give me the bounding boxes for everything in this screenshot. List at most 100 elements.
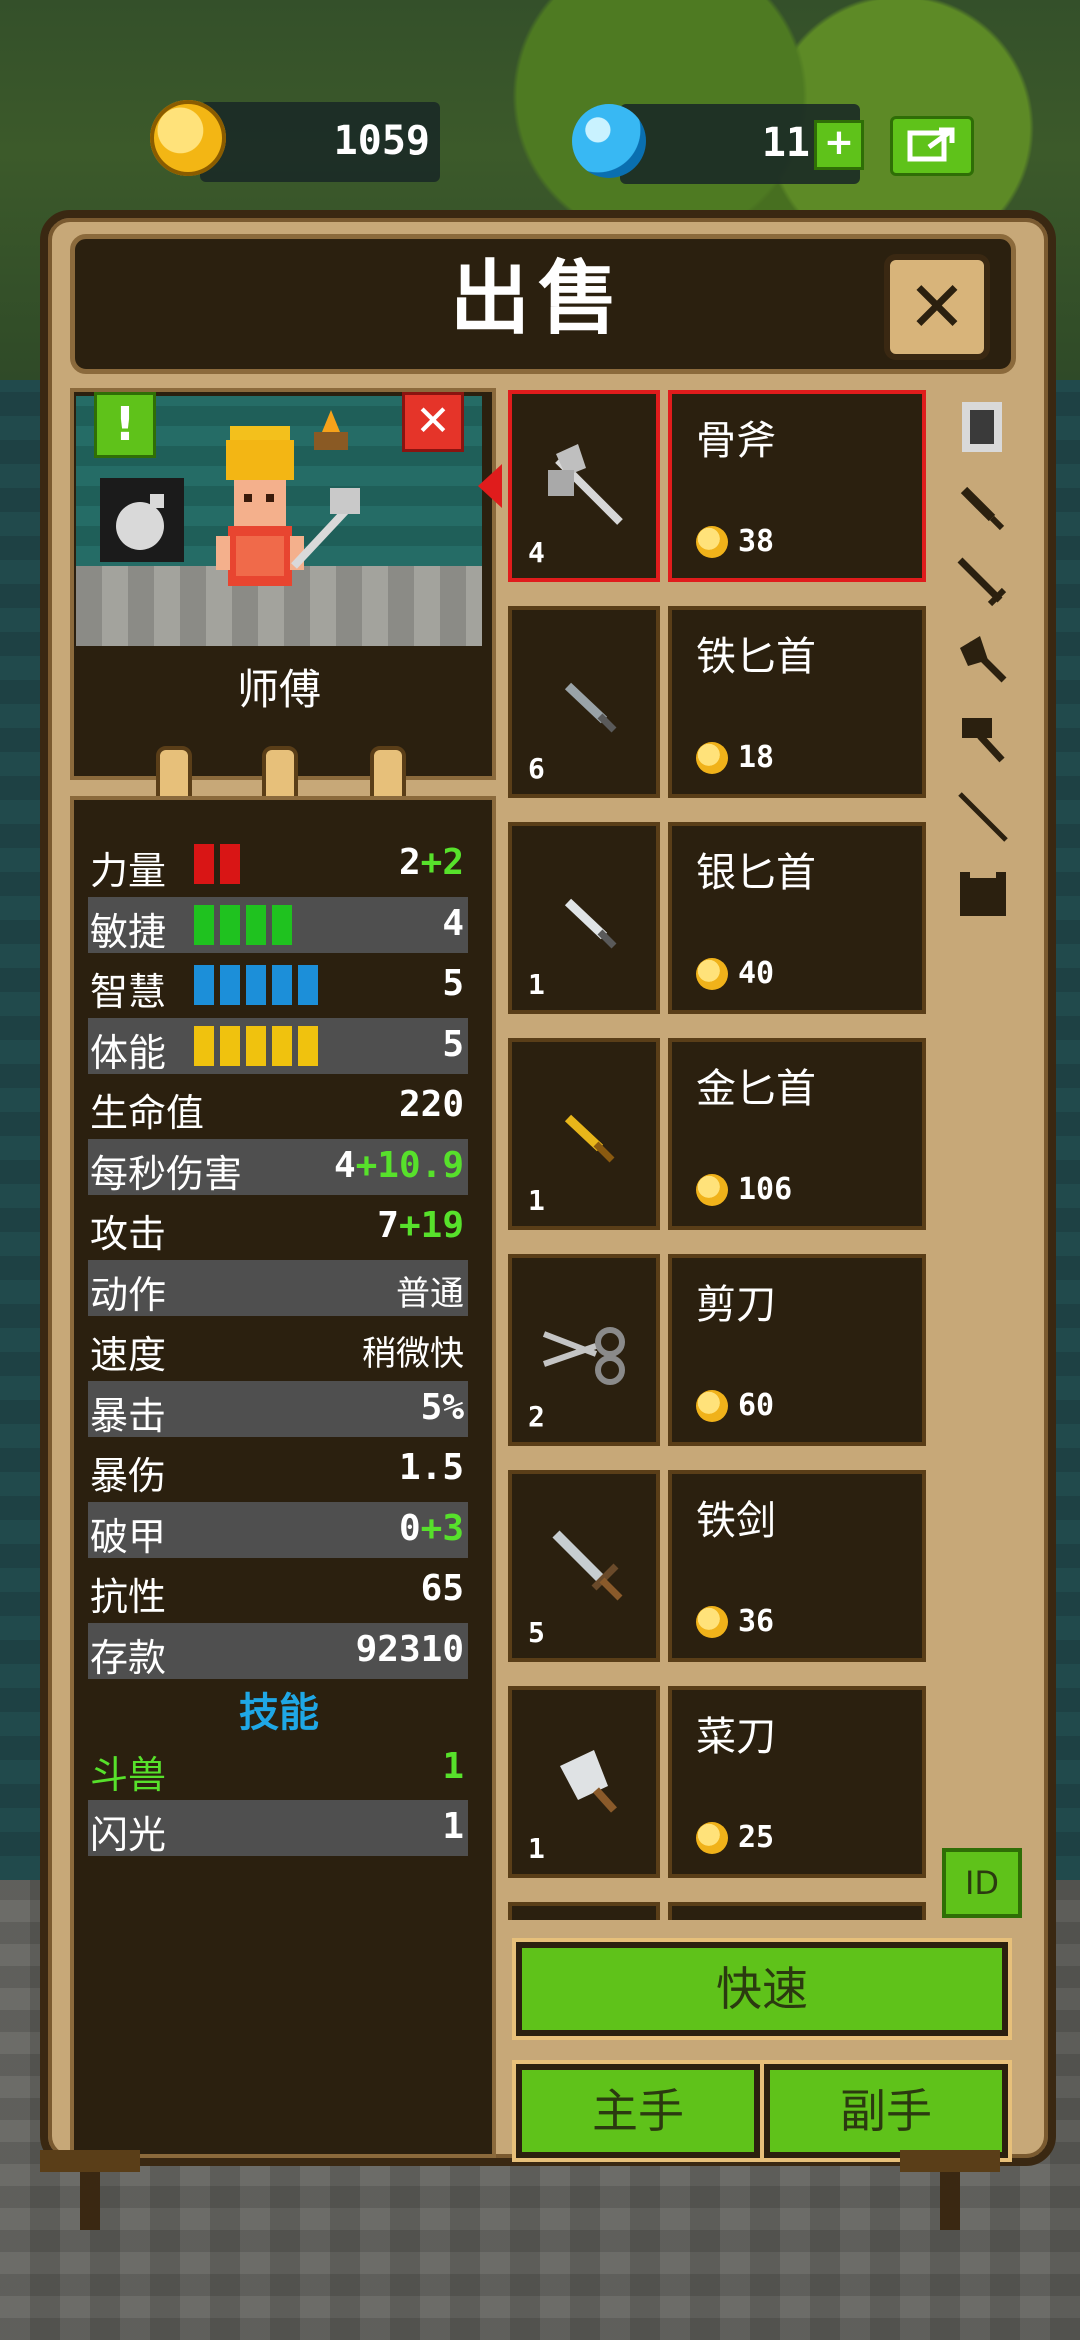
close-button[interactable]: ✕ xyxy=(884,254,990,360)
item-count: 6 xyxy=(528,752,545,785)
item-name: 剪刀 xyxy=(696,1282,776,1328)
stat-bar-cell xyxy=(194,904,214,945)
stat-label: 暴击 xyxy=(90,1393,167,1438)
item-icon-box: 1 xyxy=(508,1686,660,1878)
item-row[interactable]: 4 骨斧 38 xyxy=(508,390,926,586)
stat-bar-cell xyxy=(220,904,240,945)
stat-value: 普通 xyxy=(396,1266,464,1315)
stat-bar-cell xyxy=(246,1025,266,1066)
stat-label: 体能 xyxy=(90,1030,167,1075)
all-icon xyxy=(962,402,1002,452)
stat-bar-cell xyxy=(246,965,266,1005)
stat-label: 存款 xyxy=(90,1635,167,1680)
item-row[interactable]: 1 银匕首 40 xyxy=(508,822,926,1018)
category-hammer[interactable] xyxy=(952,708,1014,770)
category-spear[interactable] xyxy=(952,786,1014,848)
iron-sword-icon xyxy=(552,1530,623,1601)
bomb-icon xyxy=(100,478,184,562)
item-price: 38 xyxy=(738,524,775,559)
price-coin-icon xyxy=(696,1174,728,1206)
stat-label: 速度 xyxy=(90,1333,167,1377)
dismiss-hero-button[interactable]: ✕ xyxy=(402,392,464,452)
stat-label: 攻击 xyxy=(90,1212,167,1256)
item-info: 菜刀 25 xyxy=(668,1686,926,1878)
stat-label: 力量 xyxy=(90,849,167,893)
stat-base: 4 xyxy=(442,902,464,944)
stat-bar-cell xyxy=(272,904,292,945)
alert-badge[interactable]: ! xyxy=(94,392,156,458)
scissors-icon xyxy=(542,1327,625,1385)
stand-right xyxy=(900,2150,1000,2230)
stat-value: 220 xyxy=(399,1084,464,1125)
silver-dagger-icon xyxy=(564,898,617,949)
stat-bar-cell xyxy=(220,844,240,884)
stat-row: 存款 92310 xyxy=(88,1622,468,1680)
category-sword[interactable] xyxy=(952,552,1014,614)
item-row[interactable]: 2 剪刀 60 xyxy=(508,1254,926,1450)
stat-bars xyxy=(194,965,324,1005)
stat-value: 5 xyxy=(442,963,464,1004)
stat-label: 动作 xyxy=(90,1272,167,1317)
item-price: 36 xyxy=(738,1604,775,1639)
stat-label: 生命值 xyxy=(90,1091,205,1135)
item-icon-box xyxy=(508,1902,660,1920)
item-price: 60 xyxy=(738,1388,775,1423)
item-row[interactable]: 6 铁匕首 18 xyxy=(508,606,926,802)
stat-base: 4 xyxy=(333,1144,356,1186)
item-count: 1 xyxy=(528,968,545,1001)
item-row[interactable]: 5 铁剑 36 xyxy=(508,1470,926,1666)
price-coin-icon xyxy=(696,1390,728,1422)
stat-base: 92310 xyxy=(355,1628,464,1670)
stat-label: 破甲 xyxy=(90,1514,167,1559)
item-price: 18 xyxy=(738,740,775,775)
stat-bonus: +2 xyxy=(420,842,464,883)
category-armor[interactable] xyxy=(952,864,1014,926)
stat-row: 暴击 5% xyxy=(88,1380,468,1438)
stat-bars xyxy=(194,1025,324,1066)
stat-bar-cell xyxy=(220,1025,240,1066)
stat-bar-cell xyxy=(194,1025,214,1066)
item-row[interactable]: 1 菜刀 25 xyxy=(508,1686,926,1882)
item-row-partial[interactable] xyxy=(508,1902,926,1920)
item-row[interactable]: 1 金匕首 106 xyxy=(508,1038,926,1234)
item-name: 骨斧 xyxy=(696,418,776,464)
skill-row[interactable]: 闪光 1 xyxy=(88,1800,468,1857)
hammer-icon xyxy=(962,718,1005,763)
category-axe-category[interactable] xyxy=(952,630,1014,692)
category-dagger[interactable] xyxy=(952,474,1014,536)
price-coin-icon xyxy=(696,742,728,774)
stat-base: 2 xyxy=(398,842,421,883)
item-list[interactable]: 4 骨斧 38 6 铁匕首 18 1 银匕首 40 1 金匕首 106 2 剪刀 60 5 铁剑 36 1 菜刀 25 xyxy=(508,390,928,1920)
skill-label: 闪光 xyxy=(90,1813,167,1857)
share-button[interactable] xyxy=(890,116,974,176)
stat-base: 5 xyxy=(442,963,464,1004)
item-price: 25 xyxy=(738,1820,775,1855)
skill-row[interactable]: 斗兽 1 xyxy=(88,1740,468,1797)
stat-value: 7+19 xyxy=(377,1205,464,1246)
add-gems-button[interactable]: + xyxy=(814,120,864,170)
stat-bar-cell xyxy=(298,1025,318,1066)
off-hand-button[interactable]: 副手 xyxy=(764,2064,1008,2158)
category-all[interactable] xyxy=(952,396,1014,458)
gem-count: 11 xyxy=(761,120,810,166)
stat-value: 92310 xyxy=(356,1629,464,1670)
skills-header: 技能 xyxy=(239,1690,319,1736)
item-info: 骨斧 38 xyxy=(668,390,926,582)
item-name: 金匕首 xyxy=(696,1066,816,1112)
stat-value: 65 xyxy=(421,1568,464,1609)
main-hand-button[interactable]: 主手 xyxy=(516,2064,760,2158)
quick-sell-button[interactable]: 快速 xyxy=(516,1942,1008,2036)
spear-icon xyxy=(958,792,1008,842)
price-coin-icon xyxy=(696,526,728,558)
stat-row: 体能 5 xyxy=(88,1017,468,1075)
item-count: 4 xyxy=(528,536,545,569)
price-coin-icon xyxy=(696,958,728,990)
stat-value: 0+3 xyxy=(399,1508,464,1549)
item-name: 铁剑 xyxy=(696,1498,776,1544)
axe-icon xyxy=(548,444,623,525)
sort-id-button[interactable]: ID xyxy=(942,1848,1022,1918)
stat-bar-cell xyxy=(298,965,318,1005)
item-info: 银匕首 40 xyxy=(668,822,926,1014)
item-info: 金匕首 106 xyxy=(668,1038,926,1230)
stat-label: 暴伤 xyxy=(90,1454,167,1498)
